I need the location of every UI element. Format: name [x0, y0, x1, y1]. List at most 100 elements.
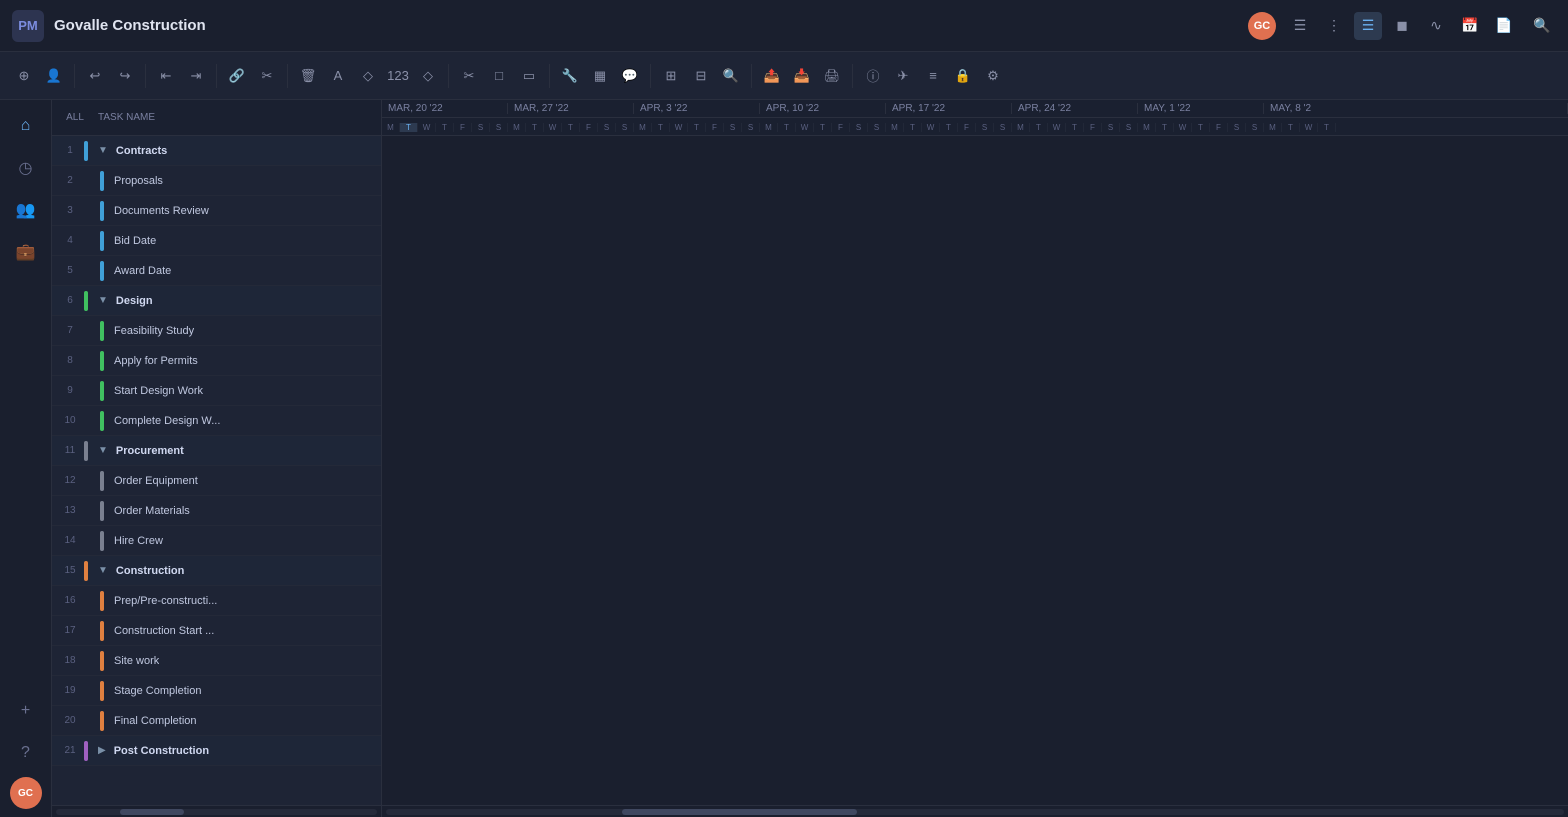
sidebar-item-home[interactable]: ⌂ — [8, 108, 44, 144]
row-content: Order Equipment — [84, 471, 377, 491]
collapse-icon[interactable]: ▶ — [98, 745, 106, 756]
task-row[interactable]: 21 ▶ Post Construction — [52, 736, 381, 766]
task-row[interactable]: 11 ▼ Procurement — [52, 436, 381, 466]
day-cell: T — [940, 123, 958, 132]
zoom-button[interactable]: 🔍 — [717, 62, 745, 90]
delete-button[interactable]: 🗑 — [294, 62, 322, 90]
sidebar-add-button[interactable]: + — [8, 693, 44, 729]
task-list-scrollbar[interactable] — [52, 805, 381, 817]
copy-button[interactable]: ▭ — [515, 62, 543, 90]
nav-columns-icon[interactable]: ⋮ — [1320, 12, 1348, 40]
task-row[interactable]: 3 Documents Review — [52, 196, 381, 226]
print-button[interactable]: 🖨 — [818, 62, 846, 90]
nav-list-icon[interactable]: ☰ — [1286, 12, 1314, 40]
undo-button[interactable]: ↩ — [81, 62, 109, 90]
nav-doc-icon[interactable]: 📄 — [1490, 12, 1518, 40]
row-content: Hire Crew — [84, 531, 377, 551]
comment-button[interactable]: 💬 — [616, 62, 644, 90]
add-button[interactable]: ⊕ — [10, 62, 38, 90]
rect-button[interactable]: □ — [485, 62, 513, 90]
date-label-2: MAR, 27 '22 — [508, 103, 634, 114]
task-row[interactable]: 19 Stage Completion — [52, 676, 381, 706]
user-avatar-top[interactable]: GC — [1248, 12, 1276, 40]
nav-calendar-icon[interactable]: 📅 — [1456, 12, 1484, 40]
day-cell: S — [868, 123, 886, 132]
num-button[interactable]: 123 — [384, 62, 412, 90]
task-name: Award Date — [114, 265, 171, 277]
shape-button[interactable]: ◇ — [354, 62, 382, 90]
search-icon[interactable]: 🔍 — [1528, 12, 1556, 40]
task-row[interactable]: 2 Proposals — [52, 166, 381, 196]
left-sidebar: ⌂ ◷ 👥 💼 + ? GC — [0, 100, 52, 817]
task-row[interactable]: 6 ▼ Design — [52, 286, 381, 316]
collapse-icon[interactable]: ▼ — [98, 565, 108, 576]
unlink-button[interactable]: ✂ — [253, 62, 281, 90]
task-row[interactable]: 9 Start Design Work — [52, 376, 381, 406]
task-name: Bid Date — [114, 235, 156, 247]
task-row[interactable]: 16 Prep/Pre-constructi... — [52, 586, 381, 616]
task-row[interactable]: 13 Order Materials — [52, 496, 381, 526]
nav-gantt-icon[interactable]: ☰ — [1354, 12, 1382, 40]
nav-chart-icon[interactable]: ∿ — [1422, 12, 1450, 40]
settings-button[interactable]: ⚙ — [979, 62, 1007, 90]
task-name: Proposals — [114, 175, 163, 187]
task-row[interactable]: 10 Complete Design W... — [52, 406, 381, 436]
task-row[interactable]: 7 Feasibility Study — [52, 316, 381, 346]
day-cell: M — [1138, 123, 1156, 132]
gantt-scrollbar[interactable] — [382, 805, 1568, 817]
task-row[interactable]: 1 ▼ Contracts — [52, 136, 381, 166]
wrench-button[interactable]: 🔧 — [556, 62, 584, 90]
row-num: 16 — [56, 595, 84, 606]
collapse-icon[interactable]: ▼ — [98, 445, 108, 456]
grid-button[interactable]: ▦ — [586, 62, 614, 90]
task-row[interactable]: 15 ▼ Construction — [52, 556, 381, 586]
scrollbar-thumb[interactable] — [622, 809, 858, 815]
task-row[interactable]: 18 Site work — [52, 646, 381, 676]
diamond-button[interactable]: ◇ — [414, 62, 442, 90]
info-button[interactable]: ⓘ — [859, 62, 887, 90]
sidebar-item-recent[interactable]: ◷ — [8, 150, 44, 186]
upload-button[interactable]: 📥 — [788, 62, 816, 90]
sidebar-item-help[interactable]: ? — [8, 735, 44, 771]
task-name: Construction Start ... — [114, 625, 214, 637]
task-row[interactable]: 4 Bid Date — [52, 226, 381, 256]
color-bar — [100, 201, 104, 221]
redo-button[interactable]: ↪ — [111, 62, 139, 90]
collapse-icon[interactable]: ▼ — [98, 145, 108, 156]
indent-button[interactable]: ⇥ — [182, 62, 210, 90]
cut-button[interactable]: ✂ — [455, 62, 483, 90]
row-num: 2 — [56, 175, 84, 186]
task-row[interactable]: 5 Award Date — [52, 256, 381, 286]
task-row[interactable]: 12 Order Equipment — [52, 466, 381, 496]
export-button[interactable]: 📤 — [758, 62, 786, 90]
day-cell: M — [1012, 123, 1030, 132]
share-button[interactable]: ✈ — [889, 62, 917, 90]
sidebar-item-people[interactable]: 👥 — [8, 192, 44, 228]
sidebar-item-projects[interactable]: 💼 — [8, 234, 44, 270]
row-content: Bid Date — [84, 231, 377, 251]
row-content: Prep/Pre-constructi... — [84, 591, 377, 611]
day-cell: T — [814, 123, 832, 132]
task-row[interactable]: 14 Hire Crew — [52, 526, 381, 556]
rows-button[interactable]: ⊞ — [657, 62, 685, 90]
lock-button[interactable]: 🔒 — [949, 62, 977, 90]
outdent-button[interactable]: ⇤ — [152, 62, 180, 90]
day-cell: T — [400, 123, 418, 132]
nav-table-icon[interactable]: ◼ — [1388, 12, 1416, 40]
cols-button[interactable]: ⊟ — [687, 62, 715, 90]
task-row[interactable]: 17 Construction Start ... — [52, 616, 381, 646]
task-row[interactable]: 8 Apply for Permits — [52, 346, 381, 376]
toolbar-sep-4 — [287, 64, 288, 88]
task-row[interactable]: 20 Final Completion — [52, 706, 381, 736]
link-button[interactable]: 🔗 — [223, 62, 251, 90]
collapse-icon[interactable]: ▼ — [98, 295, 108, 306]
add-user-button[interactable]: 👤 — [40, 62, 68, 90]
day-cell: M — [508, 123, 526, 132]
task-name: Final Completion — [114, 715, 197, 727]
scrollbar-track[interactable] — [386, 809, 1564, 815]
sidebar-user-avatar[interactable]: GC — [10, 777, 42, 809]
text-button[interactable]: A — [324, 62, 352, 90]
color-bar — [100, 411, 104, 431]
filter-button[interactable]: ≡ — [919, 62, 947, 90]
row-num: 1 — [56, 145, 84, 156]
